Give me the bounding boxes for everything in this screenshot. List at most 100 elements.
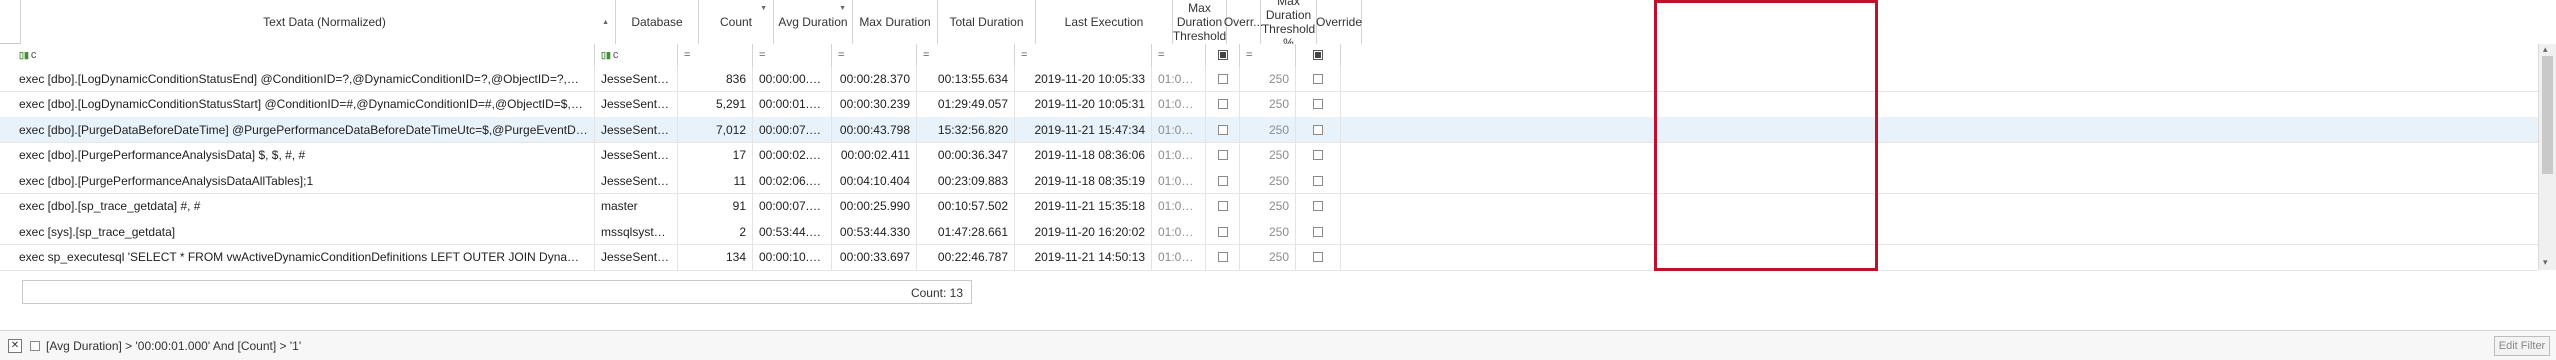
filter-expression[interactable]: [Avg Duration] > '00:00:01.000' And [Cou… bbox=[46, 339, 301, 353]
cell-text[interactable]: exec sp_executesql 'SELECT * FROM vwActi… bbox=[13, 244, 595, 270]
cell-text[interactable]: exec [dbo].[sp_trace_getdata] #, # bbox=[13, 193, 595, 219]
filter-cell-count[interactable]: = bbox=[678, 44, 753, 66]
cell-text[interactable]: exec [dbo].[PurgeDataBeforeDateTime] @Pu… bbox=[13, 117, 595, 142]
cell-mdtp[interactable]: 250 bbox=[1240, 117, 1296, 142]
override-checkbox[interactable] bbox=[1217, 99, 1228, 109]
override-checkbox[interactable] bbox=[1313, 150, 1323, 160]
cell-total[interactable]: 00:00:36.347 bbox=[917, 142, 1015, 168]
cell-text[interactable]: exec [dbo].[LogDynamicConditionStatusSta… bbox=[13, 91, 595, 117]
cell-max[interactable]: 00:53:44.330 bbox=[832, 219, 917, 244]
equals-filter-icon[interactable]: = bbox=[759, 49, 765, 61]
cell-db[interactable]: master bbox=[595, 193, 678, 219]
override-checkbox[interactable] bbox=[1313, 175, 1323, 186]
cell-max[interactable]: 00:00:30.239 bbox=[832, 91, 917, 117]
cell-last[interactable]: 2019-11-20 16:20:02 bbox=[1015, 219, 1152, 244]
filter-applied-icon[interactable]: ▼ bbox=[839, 2, 846, 16]
cell-last[interactable]: 2019-11-18 08:36:06 bbox=[1015, 142, 1152, 168]
cell-db[interactable]: JesseSentryOne bbox=[595, 117, 678, 142]
cell-count[interactable]: 2 bbox=[678, 219, 753, 244]
filter-applied-icon[interactable]: ▼ bbox=[760, 2, 767, 16]
cell-total[interactable]: 01:47:28.661 bbox=[917, 219, 1015, 244]
cell-max[interactable]: 00:00:28.370 bbox=[832, 66, 917, 91]
edit-filter-button[interactable]: Edit Filter bbox=[2494, 336, 2550, 356]
cell-mdtp[interactable]: 250 bbox=[1240, 91, 1296, 117]
override-checkbox[interactable] bbox=[1313, 252, 1323, 262]
cell-count[interactable]: 7,012 bbox=[678, 117, 753, 142]
cell-db[interactable]: JesseSentryOne bbox=[595, 168, 678, 193]
cell-total[interactable]: 00:22:46.787 bbox=[917, 244, 1015, 270]
equals-filter-icon[interactable]: = bbox=[1021, 49, 1027, 61]
cell-last[interactable]: 2019-11-18 08:35:19 bbox=[1015, 168, 1152, 193]
column-header-avg[interactable]: Avg Duration ▼ bbox=[774, 0, 853, 44]
cell-mdtp[interactable]: 250 bbox=[1240, 66, 1296, 91]
cell-ov1[interactable] bbox=[1206, 193, 1240, 219]
table-row[interactable]: exec [dbo].[LogDynamicConditionStatusSta… bbox=[0, 91, 2538, 118]
override-checkbox[interactable] bbox=[1313, 124, 1323, 135]
override-checkbox[interactable] bbox=[1313, 99, 1323, 109]
filter-cell-db[interactable]: ▯▮ c bbox=[595, 44, 678, 66]
column-header-text[interactable]: Text Data (Normalized) ▲ bbox=[34, 0, 616, 44]
filter-checkbox[interactable] bbox=[1217, 50, 1228, 60]
cell-ov2[interactable] bbox=[1296, 117, 1341, 142]
cell-mdt[interactable]: 01:00:00.000 bbox=[1152, 193, 1206, 219]
cell-avg[interactable]: 00:00:10.199 bbox=[753, 244, 832, 270]
filter-cell-total[interactable]: = bbox=[917, 44, 1015, 66]
cell-mdtp[interactable]: 250 bbox=[1240, 244, 1296, 270]
cell-text[interactable]: exec [dbo].[LogDynamicConditionStatusEnd… bbox=[13, 66, 595, 91]
table-row[interactable]: exec [dbo].[LogDynamicConditionStatusEnd… bbox=[0, 66, 2538, 92]
cell-db[interactable]: JesseSentryOne bbox=[595, 91, 678, 117]
cell-ov1[interactable] bbox=[1206, 142, 1240, 168]
filter-cell-last[interactable]: = bbox=[1015, 44, 1152, 66]
table-row[interactable]: exec [dbo].[PurgeDataBeforeDateTime] @Pu… bbox=[0, 117, 2538, 143]
override-checkbox[interactable] bbox=[1217, 73, 1228, 84]
cell-total[interactable]: 00:23:09.883 bbox=[917, 168, 1015, 193]
cell-mdt[interactable]: 01:00:00.000 bbox=[1152, 244, 1206, 270]
column-header-max[interactable]: Max Duration bbox=[853, 0, 938, 44]
cell-ov1[interactable] bbox=[1206, 117, 1240, 142]
cell-text[interactable]: exec [dbo].[PurgePerformanceAnalysisData… bbox=[13, 142, 595, 168]
cell-avg[interactable]: 00:02:06.353 bbox=[753, 168, 832, 193]
cell-ov2[interactable] bbox=[1296, 91, 1341, 117]
equals-filter-icon[interactable]: = bbox=[923, 49, 929, 61]
cell-mdt[interactable]: 01:00:00.000 bbox=[1152, 168, 1206, 193]
override-checkbox[interactable] bbox=[1313, 73, 1323, 84]
vertical-scrollbar[interactable]: ▴ ▾ bbox=[2538, 44, 2556, 270]
cell-avg[interactable]: 00:00:02.138 bbox=[753, 142, 832, 168]
column-header-ov2[interactable]: Override bbox=[1316, 0, 1362, 44]
cell-total[interactable]: 00:13:55.634 bbox=[917, 66, 1015, 91]
cell-mdt[interactable]: 01:00:00.000 bbox=[1152, 91, 1206, 117]
cell-avg[interactable]: 00:53:44.330 bbox=[753, 219, 832, 244]
override-checkbox[interactable] bbox=[1217, 226, 1228, 237]
text-filter-icon[interactable]: ▯▮ bbox=[19, 50, 29, 61]
equals-filter-icon[interactable]: = bbox=[838, 49, 844, 61]
cell-text[interactable]: exec [sys].[sp_trace_getdata] bbox=[13, 219, 595, 244]
cell-ov1[interactable] bbox=[1206, 244, 1240, 270]
cell-last[interactable]: 2019-11-21 15:47:34 bbox=[1015, 117, 1152, 142]
filter-cell-avg[interactable]: = bbox=[753, 44, 832, 66]
column-header-mdt[interactable]: Max Duration Threshold bbox=[1173, 0, 1227, 44]
scroll-down-icon[interactable]: ▾ bbox=[2543, 257, 2548, 268]
override-checkbox[interactable] bbox=[1217, 201, 1228, 211]
cell-total[interactable]: 00:10:57.502 bbox=[917, 193, 1015, 219]
cell-db[interactable]: JesseSentryOne bbox=[595, 66, 678, 91]
cell-ov2[interactable] bbox=[1296, 219, 1341, 244]
column-header-mdtp[interactable]: Max Duration Threshold % bbox=[1261, 0, 1317, 50]
cell-avg[interactable]: 00:00:00.999 bbox=[753, 66, 832, 91]
cell-mdt[interactable]: 01:00:00.000 bbox=[1152, 219, 1206, 244]
cell-max[interactable]: 00:04:10.404 bbox=[832, 168, 917, 193]
cell-mdtp[interactable]: 250 bbox=[1240, 142, 1296, 168]
column-header-total[interactable]: Total Duration bbox=[938, 0, 1036, 44]
equals-filter-icon[interactable]: = bbox=[1246, 49, 1252, 61]
cell-count[interactable]: 836 bbox=[678, 66, 753, 91]
override-checkbox[interactable] bbox=[1217, 150, 1228, 160]
filter-cell-ov2[interactable] bbox=[1296, 44, 1341, 66]
filter-cell-ov1[interactable] bbox=[1206, 44, 1240, 66]
filter-cell-text[interactable]: ▯▮ c bbox=[13, 44, 595, 66]
table-row[interactable]: exec [sys].[sp_trace_getdata] mssqlsystem… bbox=[0, 219, 2538, 245]
cell-ov2[interactable] bbox=[1296, 142, 1341, 168]
cell-count[interactable]: 17 bbox=[678, 142, 753, 168]
filter-cell-mdtp[interactable]: = bbox=[1240, 44, 1296, 66]
cell-last[interactable]: 2019-11-21 15:35:18 bbox=[1015, 193, 1152, 219]
cell-mdt[interactable]: 01:00:00.000 bbox=[1152, 66, 1206, 91]
cell-db[interactable]: JesseSentryOne bbox=[595, 244, 678, 270]
